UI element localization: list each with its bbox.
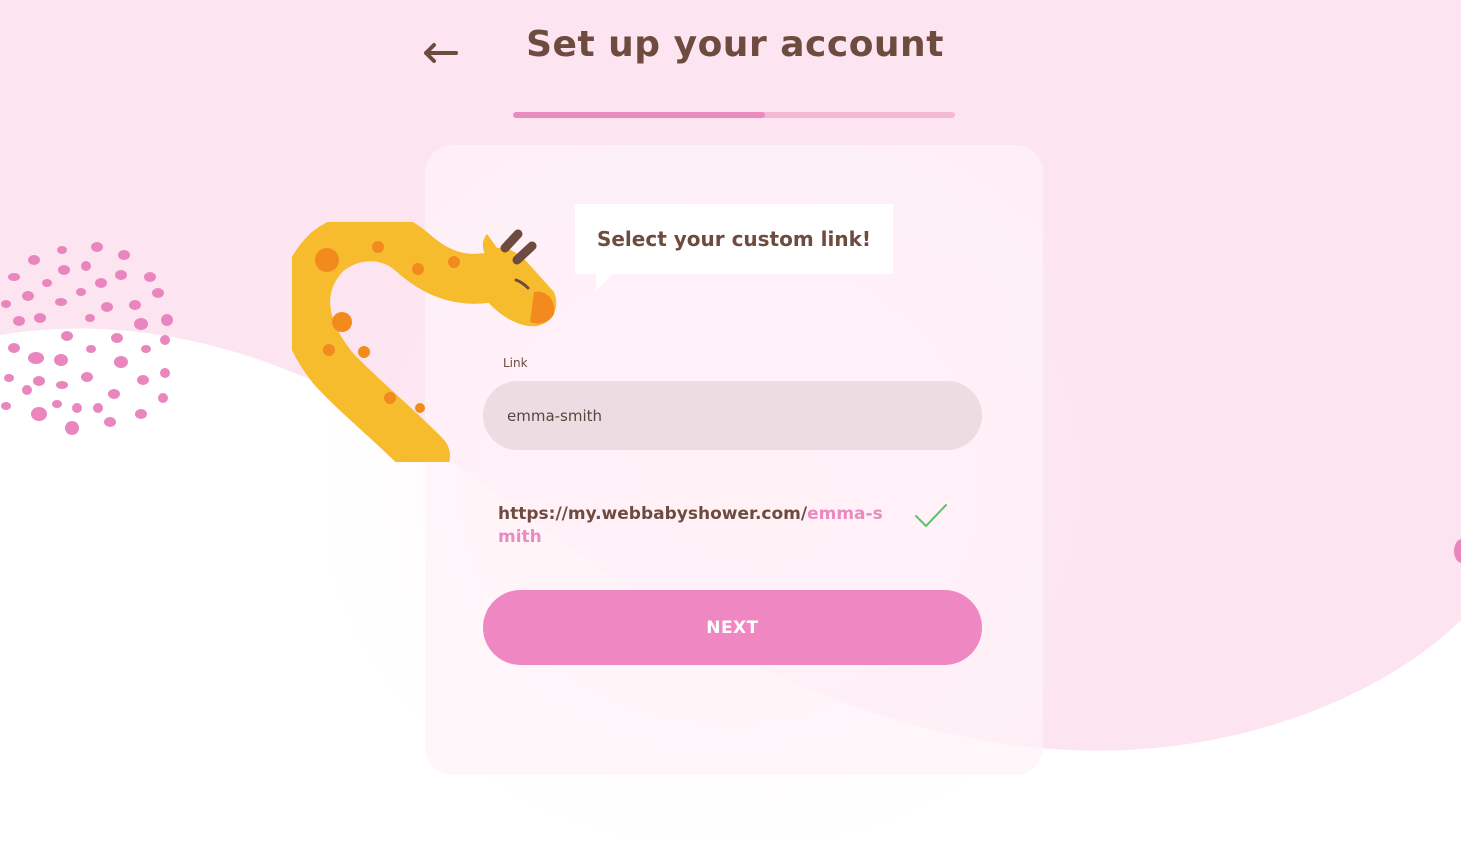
link-label: Link (503, 356, 528, 370)
decorative-blob (1454, 539, 1461, 563)
speech-bubble-tail (596, 273, 614, 291)
page-title: Set up your account (526, 24, 944, 65)
url-base: https://my.webbabyshower.com/ (498, 504, 808, 524)
decorative-dots (1, 242, 173, 435)
link-input[interactable] (483, 381, 982, 450)
speech-bubble: Select your custom link! (575, 204, 893, 274)
progress-bar (513, 112, 955, 118)
arrow-left-icon[interactable] (420, 38, 460, 68)
progress-fill (513, 112, 765, 118)
bubble-text: Select your custom link! (596, 227, 872, 251)
url-preview: https://my.webbabyshower.com/emma-smith (498, 503, 893, 549)
checkmark-icon (915, 504, 947, 527)
next-button[interactable]: NEXT (483, 590, 982, 665)
